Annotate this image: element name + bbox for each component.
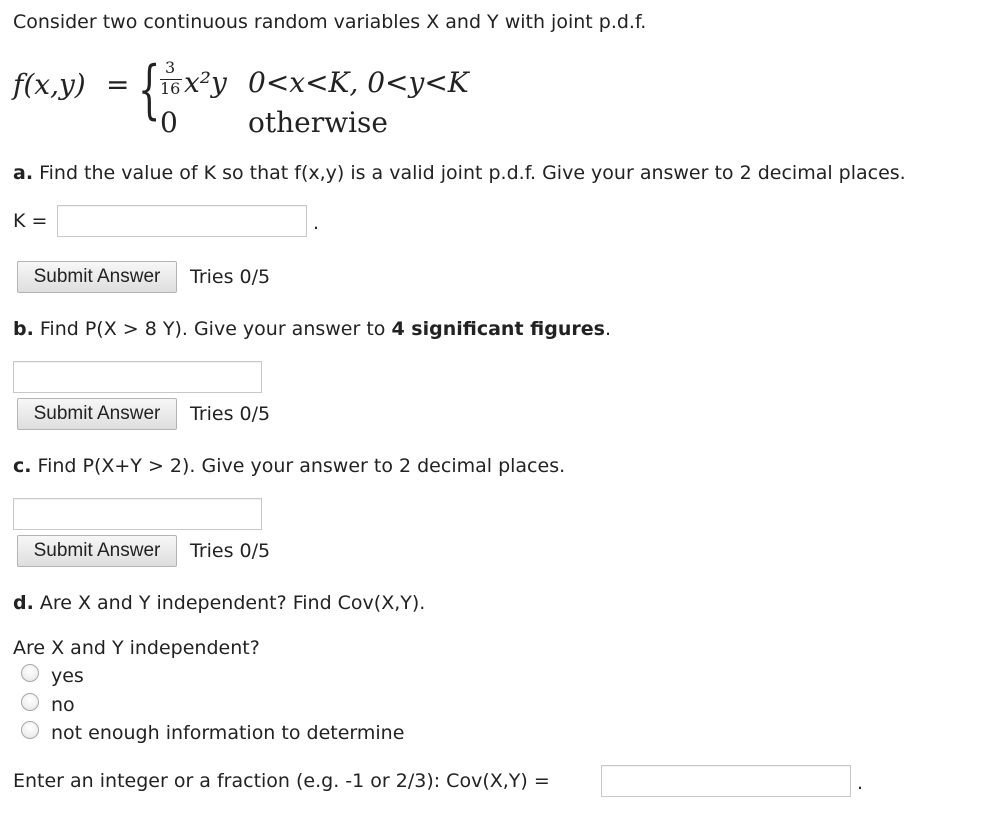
radio-no[interactable] (21, 693, 39, 711)
formula-denominator: 16 (160, 79, 181, 98)
part-b-input[interactable] (13, 361, 262, 393)
part-b-letter: b. (13, 318, 34, 340)
part-b-question: b. Find P(X > 8 Y). Give your answer to … (13, 317, 611, 341)
cov-input[interactable] (601, 765, 851, 797)
part-a-tries: Tries 0/5 (190, 266, 271, 288)
part-b-text-end: . (604, 318, 611, 340)
formula-otherwise: otherwise (248, 106, 388, 139)
part-a-text: Find the value of K so that f(x,y) is a … (33, 162, 906, 184)
part-c-question: c. Find P(X+Y > 2). Give your answer to … (13, 454, 565, 478)
radio-not-enough-info[interactable] (21, 721, 39, 739)
radio-not-enough-info-label[interactable]: not enough information to determine (51, 721, 404, 745)
k-input-label: K = (13, 210, 48, 232)
part-a-letter: a. (13, 162, 34, 184)
part-b-submit-button[interactable]: Submit Answer (17, 398, 177, 430)
part-b-bold-text: 4 significant figures (391, 318, 605, 340)
part-c-submit-button[interactable]: Submit Answer (17, 535, 177, 567)
part-c-text: Find P(X+Y > 2). Give your answer to 2 d… (31, 455, 566, 477)
radio-no-label[interactable]: no (51, 693, 75, 717)
part-d-question: d. Are X and Y independent? Find Cov(X,Y… (13, 591, 425, 615)
radio-yes[interactable] (21, 664, 39, 682)
cov-input-trailing-period: . (857, 772, 864, 794)
part-c-input[interactable] (13, 498, 262, 530)
formula-numerator: 3 (165, 58, 176, 77)
part-c-tries: Tries 0/5 (190, 540, 271, 562)
formula-lhs: f(x,y) (13, 68, 86, 101)
formula-zero: 0 (160, 106, 178, 139)
left-brace-icon: { (138, 53, 161, 127)
part-b-text: Find P(X > 8 Y). Give your answer to (33, 318, 392, 340)
part-a-question: a. Find the value of K so that f(x,y) is… (13, 161, 906, 185)
formula-condition: 0<x<K, 0<y<K (248, 66, 469, 99)
k-input-trailing-period: . (313, 212, 320, 234)
formula-equals: = (106, 68, 130, 101)
k-input[interactable] (57, 205, 307, 237)
part-b-tries: Tries 0/5 (190, 403, 271, 425)
part-d-text: Are X and Y independent? Find Cov(X,Y). (33, 592, 426, 614)
part-c-letter: c. (13, 455, 32, 477)
part-a-submit-button[interactable]: Submit Answer (17, 261, 177, 293)
formula-expression: x²y (184, 66, 227, 99)
cov-input-label: Enter an integer or a fraction (e.g. -1 … (13, 770, 550, 792)
intro-text: Consider two continuous random variables… (13, 11, 647, 33)
independence-question: Are X and Y independent? (13, 637, 260, 659)
radio-yes-label[interactable]: yes (51, 664, 84, 688)
part-d-letter: d. (13, 592, 34, 614)
